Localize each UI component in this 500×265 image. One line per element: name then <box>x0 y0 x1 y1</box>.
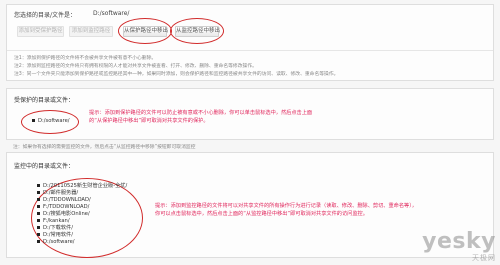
monitored-paths-panel: 监控中的目录或文件： D:/20110525新生财管企业版-全优/ D:/邮件服… <box>6 152 494 258</box>
watermark-subtitle: 天极网 <box>472 254 496 262</box>
bullet-icon <box>37 233 40 236</box>
bullet-icon <box>37 219 40 222</box>
monitored-path-item[interactable]: D:/TDDOWNLOAD/ <box>37 197 91 204</box>
note-3: 注3：同一个文件夹只能添加到保护路径或监控路径其中一种，如果同时添加，则会保护路… <box>14 72 339 77</box>
watermark-logo: yesky <box>422 229 496 254</box>
site-watermark: yesky 天极网 <box>422 231 496 263</box>
selected-path-value: D:/software/ <box>93 10 130 17</box>
bullet-icon <box>37 205 40 208</box>
bullet-icon <box>37 191 40 194</box>
note-2: 注2：添加到监控路径的文件将只有拥有权限的人才能对共享文件被查看、打开、修改、删… <box>14 64 257 69</box>
bullet-icon <box>37 198 40 201</box>
monitored-path-item[interactable]: D:/下载软件/ <box>37 225 73 232</box>
bullet-icon <box>37 212 40 215</box>
monitored-path-item[interactable]: F:/kankan/ <box>37 218 70 225</box>
highlight-circle <box>118 18 172 44</box>
bullet-icon <box>37 184 40 187</box>
note-1: 注1：添加到保护路径的文件将不会被共享文件被有意不小心删除。 <box>14 56 157 61</box>
monitor-section-title: 监控中的目录或文件： <box>14 163 75 170</box>
divider <box>7 50 493 51</box>
monitored-path-item[interactable]: D:/搜狐电影Online/ <box>37 211 90 218</box>
monitored-path-item[interactable]: D:/20110525新生财管企业版-全优/ <box>37 183 127 190</box>
protected-section-title: 受保护的目录或文件： <box>14 97 75 104</box>
selected-path-label: 您选择的目录/文件是： <box>14 12 77 19</box>
protected-paths-panel: 受保护的目录或文件： D:/software/ 提示：添加到保护路径的文件可以防… <box>6 88 494 140</box>
bullet-icon <box>37 226 40 229</box>
monitored-path-item[interactable]: D:/邮件服务器/ <box>37 190 78 197</box>
protected-path-item[interactable]: D:/software/ <box>32 118 70 125</box>
bullet-icon <box>37 240 40 243</box>
path-actions-panel: 您选择的目录/文件是： D:/software/ 添加到受保护路径 添加到监控路… <box>6 4 494 81</box>
highlight-circle <box>170 18 224 44</box>
monitor-hint: 提示：添加到监控路径的文件将可以对共享文件的所有操作行为进行记录（读取、修改、删… <box>155 203 417 217</box>
bullet-icon <box>32 119 35 122</box>
add-to-protected-button[interactable]: 添加到受保护路径 <box>17 26 64 37</box>
monitored-path-item[interactable]: D:/常用软件/ <box>37 232 73 239</box>
add-to-monitor-button[interactable]: 添加到监控路径 <box>69 26 113 37</box>
monitored-path-item[interactable]: D:/software/ <box>37 239 75 246</box>
monitor-remove-note: 注：如果你有选择的需要监控的文件，然后点击“从监控路径中移除”按钮即可取消监控 <box>13 145 196 150</box>
protected-hint: 提示：添加到保护路径的文件可以防止被有意或不小心删除，你可以单击鼠标选中，然后点… <box>89 110 313 124</box>
monitored-path-item[interactable]: F:/TDDOWNLOAD/ <box>37 204 89 211</box>
